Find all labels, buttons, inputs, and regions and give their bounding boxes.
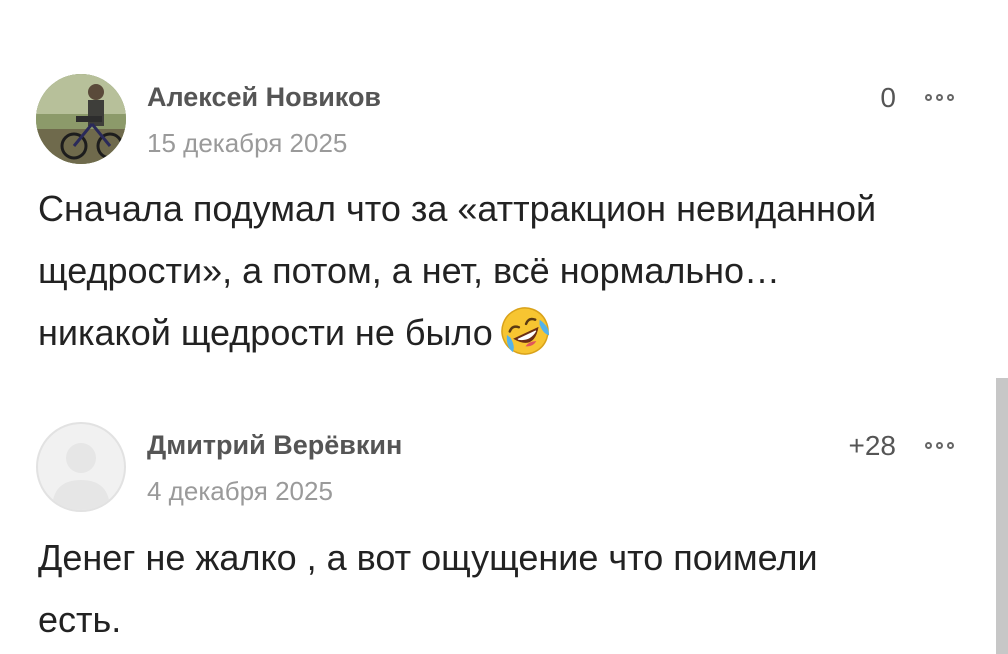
- rolling-on-floor-laughing-icon: [501, 307, 549, 355]
- comment-author[interactable]: Дмитрий Верёвкин: [147, 430, 402, 461]
- comment-date: 15 декабря 2025: [147, 128, 348, 158]
- comment-text: Сначала подумал что за «аттракцион невид…: [38, 178, 978, 364]
- more-options-icon[interactable]: [925, 90, 965, 104]
- avatar[interactable]: [36, 422, 126, 512]
- comment-text-line: щедрости», а потом, а нет, всё нормально…: [38, 250, 781, 291]
- comment-text: Денег не жалко , а вот ощущение что поим…: [38, 527, 978, 651]
- user-placeholder-icon: [52, 443, 110, 510]
- comment-text-line: Денег не жалко , а вот ощущение что поим…: [38, 537, 818, 578]
- comment-rating: 0: [880, 82, 896, 113]
- comment-text-line: есть.: [38, 599, 122, 640]
- scrollbar[interactable]: [996, 378, 1008, 654]
- avatar[interactable]: [36, 74, 126, 164]
- comment-author[interactable]: Алексей Новиков: [147, 82, 381, 113]
- comment-text-line: никакой щедрости не было: [38, 302, 978, 364]
- avatar-photo: [36, 74, 126, 164]
- comment-rating: +28: [848, 430, 897, 461]
- comments-page: Алексей Новиков 15 декабря 2025 0 Сначал…: [0, 0, 1008, 654]
- more-options-icon[interactable]: [925, 438, 965, 452]
- comment-date: 4 декабря 2025: [147, 476, 333, 506]
- comment-text-line: Сначала подумал что за «аттракцион невид…: [38, 188, 877, 229]
